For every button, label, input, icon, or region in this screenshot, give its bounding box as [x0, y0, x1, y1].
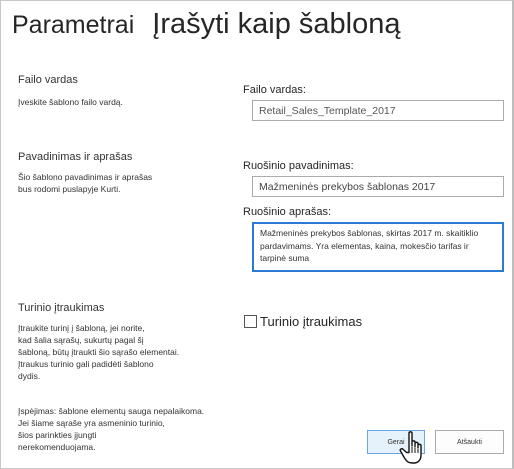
warning-line: šios parinkties įjungti — [18, 430, 97, 440]
include-content-line: Įtraukite turinį į šabloną, jei norite, — [18, 323, 145, 333]
include-content-option[interactable]: Turinio įtraukimas — [244, 314, 362, 329]
hand-pointer-icon — [399, 431, 422, 464]
name-description-line: bus rodomi puslapyje Kurti. — [18, 184, 121, 194]
include-content-line: dydis. — [18, 371, 41, 381]
include-content-line: šabloną, būtų įtraukti šio sąrašo elemen… — [18, 347, 180, 357]
template-description-textarea[interactable]: Mažmeninės prekybos šablonas, skirtas 20… — [252, 222, 504, 272]
page-title: Įrašyti kaip šabloną — [152, 8, 401, 40]
include-content-heading: Turinio įtraukimas — [18, 302, 105, 314]
file-name-label: Failo vardas: — [243, 84, 306, 96]
template-name-label: Ruošinio pavadinimas: — [243, 160, 354, 172]
include-content-warning: Įspėjimas: šablone elementų sauga nepala… — [18, 405, 228, 453]
warning-line: Jei šiame sąraše yra asmeninio turinio, — [18, 418, 165, 428]
include-content-checkbox[interactable] — [244, 315, 257, 328]
include-content-line: kad šalia sąrašų, sukurtų pagal šį — [18, 335, 144, 345]
file-name-description: Įveskite šablono failo vardą. — [18, 97, 123, 107]
warning-line: Įspėjimas: šablone elementų sauga nepala… — [18, 406, 205, 416]
title-row: Parametrai Įrašyti kaip šabloną — [12, 8, 401, 48]
include-content-line: Įtraukus turinio gali padidėti šablono — [18, 359, 154, 369]
breadcrumb-settings[interactable]: Parametrai — [12, 11, 134, 40]
name-description-heading: Pavadinimas ir aprašas — [18, 151, 133, 163]
name-description-line: Šio šablono pavadinimas ir aprašas — [18, 172, 153, 182]
include-content-description: Įtraukite turinį į šabloną, jei norite, … — [18, 322, 228, 382]
warning-line: nerekomenduojama. — [18, 442, 96, 452]
file-name-input[interactable] — [252, 100, 504, 121]
file-name-heading: Failo vardas — [18, 74, 78, 86]
include-content-checkbox-label[interactable]: Turinio įtraukimas — [260, 314, 362, 329]
cancel-button[interactable]: Atšaukti — [435, 430, 504, 454]
template-name-input[interactable] — [252, 176, 504, 197]
template-description-label: Ruošinio aprašas: — [243, 206, 332, 218]
name-description-text: Šio šablono pavadinimas ir aprašas bus r… — [18, 171, 228, 195]
